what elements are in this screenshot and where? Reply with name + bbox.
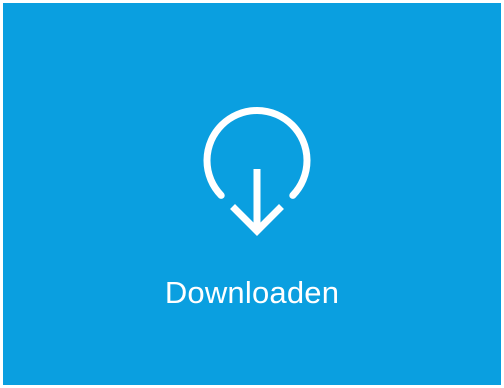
download-label: Downloaden [164,275,340,310]
download-icon [203,107,311,236]
download-tile[interactable]: Downloaden [0,0,504,388]
